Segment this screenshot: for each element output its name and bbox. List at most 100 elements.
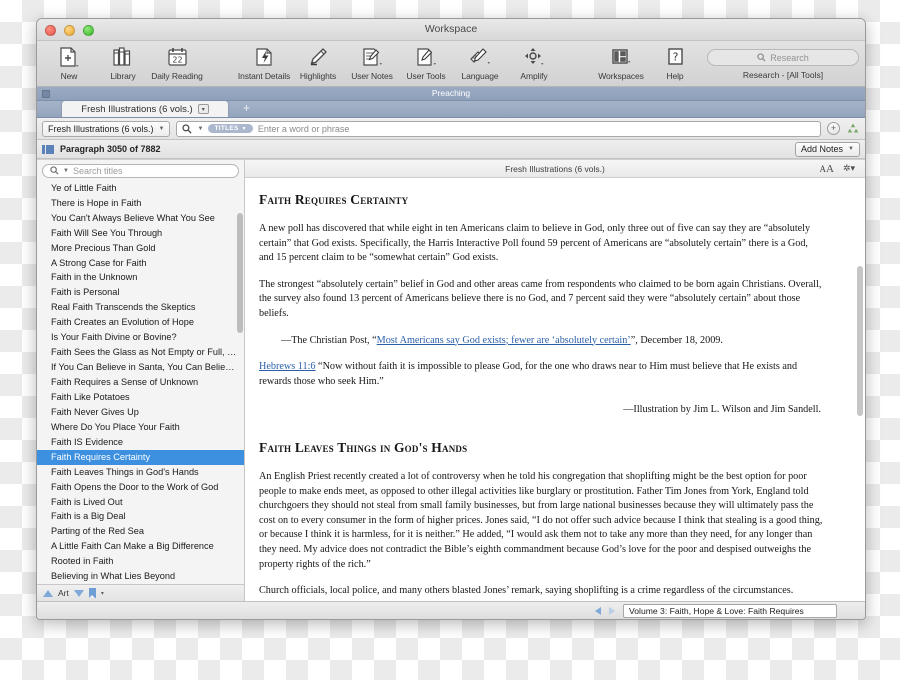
arrow-left-icon[interactable] [595, 606, 601, 615]
toolbar-user-tools-label: User Tools [406, 71, 446, 81]
list-item[interactable]: You Can't Always Believe What You See [37, 211, 244, 226]
toolbar-language-label: Language [461, 71, 499, 81]
list-item[interactable]: More Precious Than Gold [37, 241, 244, 256]
amplify-move-icon [523, 46, 545, 68]
gear-icon[interactable]: ✲▾ [843, 163, 855, 174]
paragraph-row: Paragraph 3050 of 7882 Add Notes ▼ [37, 140, 865, 159]
chevron-down-icon[interactable]: ▾ [101, 590, 104, 597]
list-item[interactable]: Faith is Personal [37, 285, 244, 300]
add-search-button[interactable]: + [827, 122, 840, 135]
search-scope-chevron-icon[interactable]: ▼ [63, 168, 69, 174]
preaching-bar: Preaching [37, 87, 865, 101]
list-item[interactable]: Faith in the Unknown [37, 270, 244, 285]
application-window: Workspace New Library 22 Daily Reading I… [36, 18, 866, 620]
titles-sidebar: ▼ Search titles Ye of Little Faith There … [37, 160, 245, 601]
sidebar-footer-label: Art [58, 588, 69, 598]
sidebar-search-input[interactable]: ▼ Search titles [42, 164, 239, 178]
tab-fresh-illustrations[interactable]: Fresh Illustrations (6 vols.) ▾ [61, 100, 229, 117]
list-item[interactable]: Ye of Little Faith [37, 181, 244, 196]
toolbar-help-button[interactable]: ? Help [649, 44, 701, 81]
toolbar-amplify-button[interactable]: Amplify [508, 44, 560, 81]
search-icon [757, 53, 766, 62]
document-content[interactable]: Faith Requires Certainty A new poll has … [245, 178, 865, 601]
recycle-icon[interactable] [846, 122, 860, 135]
list-item[interactable]: A Strong Case for Faith [37, 256, 244, 271]
toolbar-language-button[interactable]: Language [454, 44, 506, 81]
bookmark-icon[interactable] [88, 588, 96, 598]
navigation-arrows [595, 606, 615, 615]
titles-list[interactable]: Ye of Little Faith There is Hope in Faith… [37, 180, 244, 584]
toolbar-user-notes-button[interactable]: User Notes [346, 44, 398, 81]
toolbar-new-button[interactable]: New [43, 44, 95, 81]
instant-details-icon [254, 46, 274, 68]
sidebar-scrollbar[interactable] [237, 212, 243, 333]
search-icon [50, 166, 59, 175]
list-item[interactable]: Believing in What Lies Beyond [37, 569, 244, 584]
add-tab-button[interactable]: + [243, 101, 250, 115]
list-item[interactable]: Parting of the Red Sea [37, 524, 244, 539]
add-notes-button[interactable]: Add Notes ▼ [795, 141, 860, 157]
search-input[interactable]: ▼ TITLES ▼ Enter a word or phrase [176, 120, 821, 137]
scripture-reference-link[interactable]: Hebrews 11:6 [259, 361, 316, 372]
toolbar-highlights-button[interactable]: Highlights [292, 44, 344, 81]
list-item[interactable]: Faith Will See You Through [37, 226, 244, 241]
window-titlebar[interactable]: Workspace [37, 19, 865, 41]
highlighter-pen-icon [308, 46, 328, 68]
triangle-down-icon[interactable] [73, 589, 84, 597]
citation-prefix: —The Christian Post, “ [281, 334, 377, 346]
list-item[interactable]: Faith Never Gives Up [37, 405, 244, 420]
chevron-down-icon[interactable]: ▾ [197, 104, 209, 114]
list-item[interactable]: Faith IS Evidence [37, 435, 244, 450]
list-item[interactable]: Faith Leaves Things in God's Hands [37, 465, 244, 480]
help-question-icon: ? [665, 46, 685, 68]
list-item[interactable]: Real Faith Transcends the Skeptics [37, 300, 244, 315]
paragraph-list-icon[interactable] [42, 144, 54, 154]
list-item[interactable]: There is Hope in Faith [37, 196, 244, 211]
list-item[interactable]: Faith Creates an Evolution of Hope [37, 315, 244, 330]
list-item[interactable]: A Little Faith Can Make a Big Difference [37, 539, 244, 554]
toolbar-daily-reading-label: Daily Reading [151, 71, 203, 81]
section1-scripture: Hebrews 11:6 “Now without faith it is im… [259, 360, 825, 389]
volume-select[interactable]: Fresh Illustrations (6 vols.) ▼ [42, 120, 171, 137]
toolbar-user-tools-button[interactable]: User Tools [400, 44, 452, 81]
main-toolbar: New Library 22 Daily Reading Instant Det… [37, 41, 865, 87]
list-item[interactable]: Faith is a Big Deal [37, 509, 244, 524]
add-notes-label: Add Notes [801, 144, 844, 154]
research-search-input[interactable]: Research [707, 49, 859, 66]
list-item[interactable]: Rooted in Faith [37, 554, 244, 569]
text-size-aa-icon[interactable]: AA [819, 163, 833, 175]
toolbar-amplify-label: Amplify [520, 71, 548, 81]
list-item[interactable]: Is Your Faith Divine or Bovine? [37, 330, 244, 345]
citation-suffix: ”, December 18, 2009. [630, 334, 723, 346]
toolbar-instant-details-button[interactable]: Instant Details [238, 44, 290, 81]
search-scope-token-label: TITLES [214, 125, 239, 132]
calendar-22-icon: 22 [167, 46, 188, 68]
volume-select-label: Fresh Illustrations (6 vols.) [48, 123, 154, 134]
triangle-up-icon[interactable] [43, 589, 53, 597]
list-item[interactable]: Faith Opens the Door to the Work of God [37, 480, 244, 495]
toolbar-center-group: Instant Details Highlights User Notes Us… [238, 44, 560, 81]
search-scope-token[interactable]: TITLES ▼ [208, 124, 253, 133]
citation-link[interactable]: Most Americans say God exists; fewer are… [377, 335, 631, 346]
search-scope-chevron-icon[interactable]: ▼ [197, 126, 203, 132]
preaching-bar-label: Preaching [431, 88, 471, 98]
list-item[interactable]: Faith is Lived Out [37, 495, 244, 510]
document-header-title: Fresh Illustrations (6 vols.) [505, 163, 605, 174]
arrow-right-icon[interactable] [609, 606, 615, 615]
search-icon[interactable] [182, 123, 193, 134]
list-item[interactable]: Faith Like Potatoes [37, 390, 244, 405]
list-item[interactable]: Faith Requires Certainty [37, 449, 244, 465]
search-row: Fresh Illustrations (6 vols.) ▼ ▼ TITLES… [37, 118, 865, 140]
toolbar-daily-reading-button[interactable]: 22 Daily Reading [151, 44, 203, 81]
document-header-tools: AA ✲▾ [819, 163, 865, 175]
volume-readout[interactable]: Volume 3: Faith, Hope & Love: Faith Requ… [623, 603, 837, 618]
toolbar-library-button[interactable]: Library [97, 44, 149, 81]
document-scrollbar[interactable] [857, 266, 863, 416]
list-item[interactable]: Where Do You Place Your Faith [37, 420, 244, 435]
toolbar-help-label: Help [666, 71, 684, 81]
list-item[interactable]: If You Can Believe in Santa, You Can Bel… [37, 360, 244, 375]
toolbar-new-label: New [60, 71, 78, 81]
list-item[interactable]: Faith Sees the Glass as Not Empty or Ful… [37, 345, 244, 360]
toolbar-workspaces-button[interactable]: Workspaces [595, 44, 647, 81]
list-item[interactable]: Faith Requires a Sense of Unknown [37, 375, 244, 390]
